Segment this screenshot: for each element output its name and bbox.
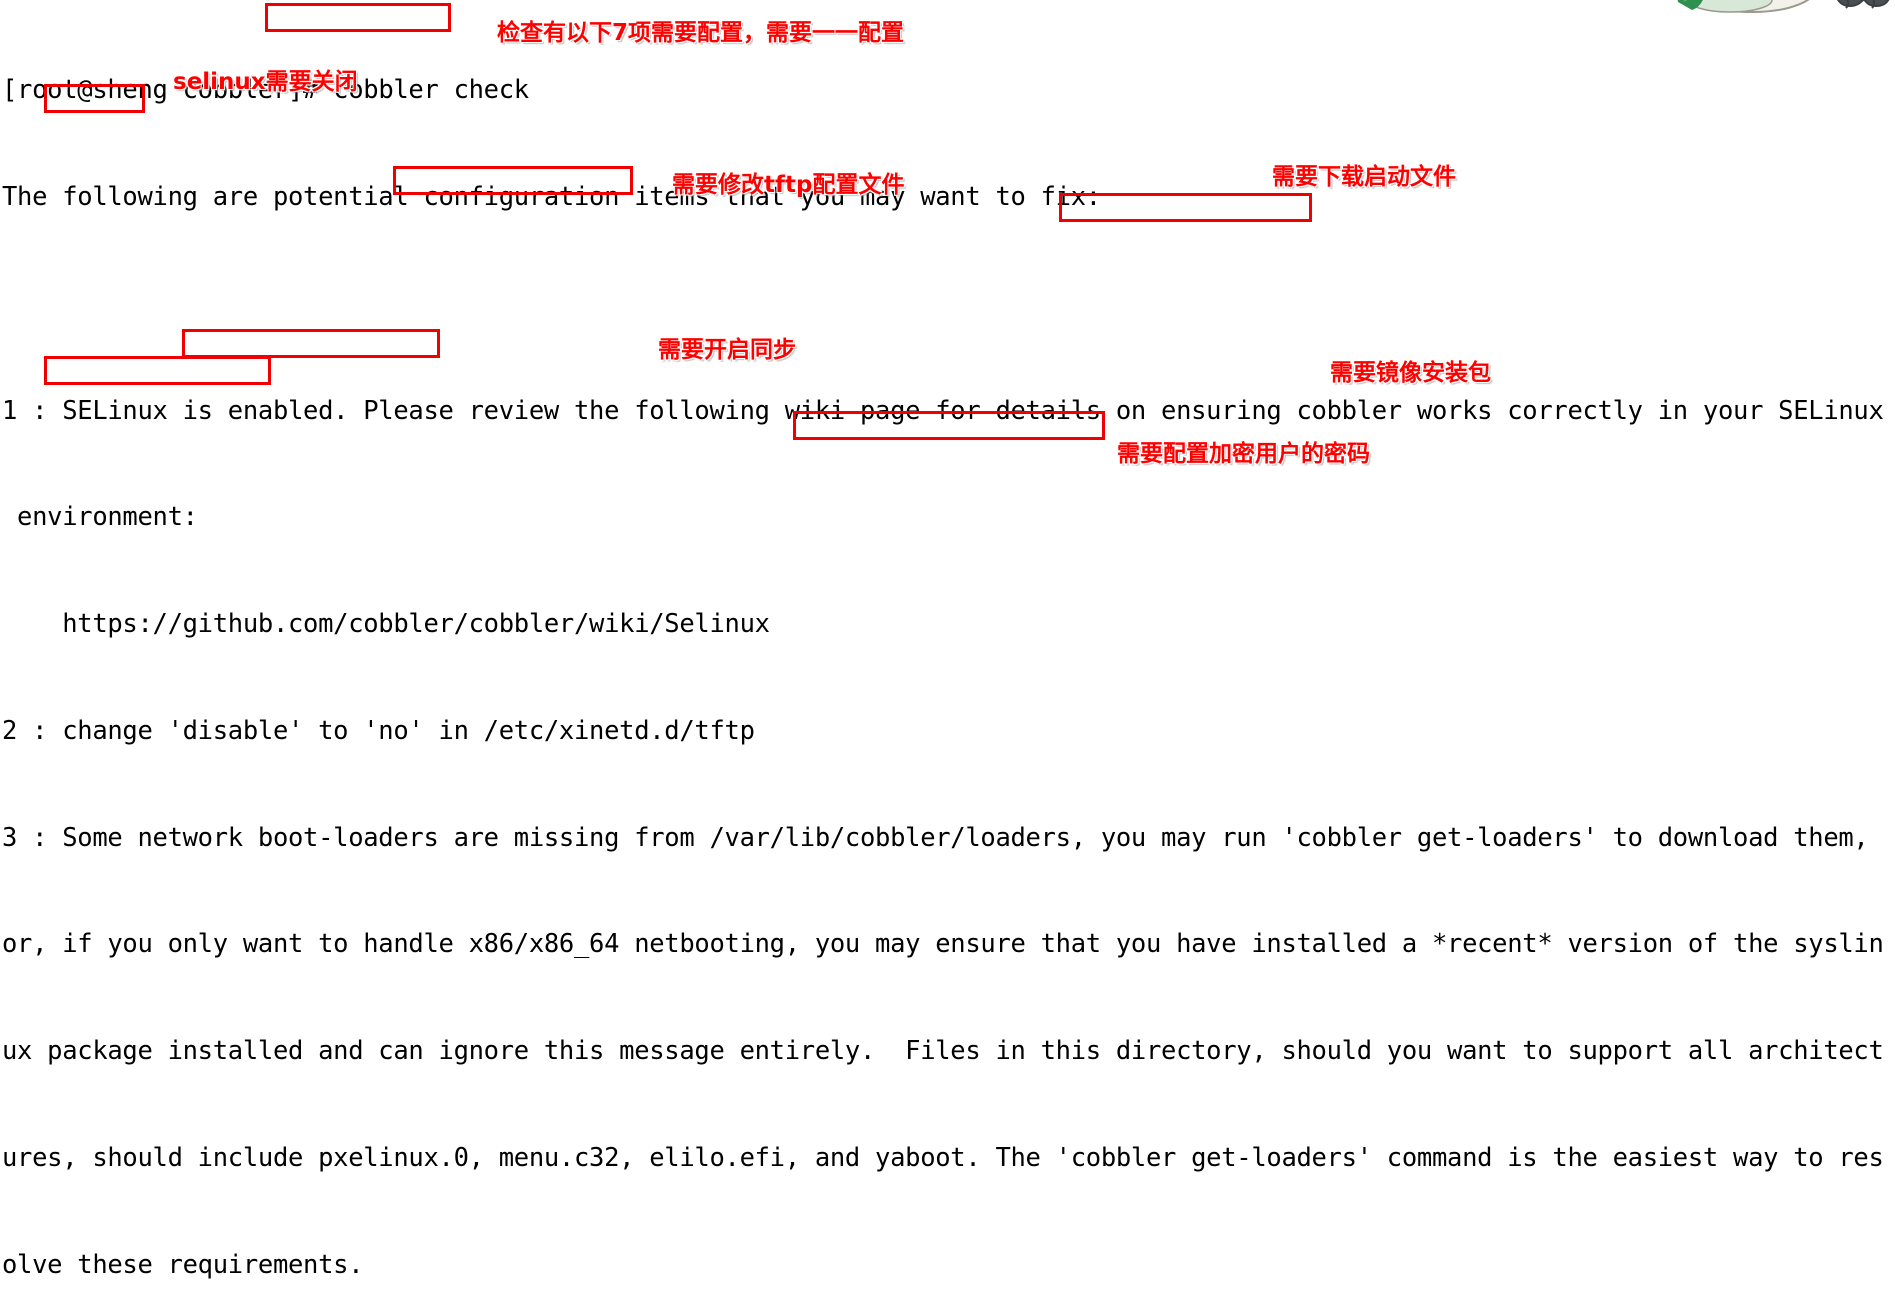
- callout-annotation: selinux需要关闭: [173, 69, 358, 95]
- terminal-line: 3 : Some network boot-loaders are missin…: [2, 822, 1869, 853]
- callout-annotation: 需要修改tftp配置文件: [672, 172, 905, 198]
- terminal-line: environment:: [2, 502, 198, 533]
- callout-annotation: 需要下载启动文件: [1272, 164, 1456, 190]
- callout-annotation: 需要开启同步: [658, 337, 796, 363]
- callout-annotation: 检查有以下7项需要配置，需要一一配置: [497, 20, 905, 46]
- terminal-line: ures, should include pxelinux.0, menu.c3…: [2, 1143, 1884, 1173]
- terminal-line: olve these requirements.: [2, 1249, 364, 1280]
- callout-annotation: 需要配置加密用户的密码: [1117, 441, 1370, 467]
- callout-annotation: 需要镜像安装包: [1330, 360, 1491, 386]
- terminal-output[interactable]: [root@sheng cobbler]# cobbler check The …: [0, 0, 1895, 1292]
- terminal-screenshot: [root@sheng cobbler]# cobbler check The …: [0, 0, 1895, 1280]
- terminal-line: or, if you only want to handle x86/x86_6…: [2, 929, 1884, 960]
- terminal-line: The following are potential configuratio…: [2, 181, 1101, 212]
- typed-command: cobbler check: [333, 75, 529, 106]
- terminal-line: 1 : SELinux is enabled. Please review th…: [2, 395, 1884, 426]
- terminal-line: 2 : change 'disable' to 'no' in /etc/xin…: [2, 715, 755, 746]
- terminal-line: https://github.com/cobbler/cobbler/wiki/…: [2, 609, 770, 640]
- terminal-line: ux package installed and can ignore this…: [2, 1036, 1884, 1067]
